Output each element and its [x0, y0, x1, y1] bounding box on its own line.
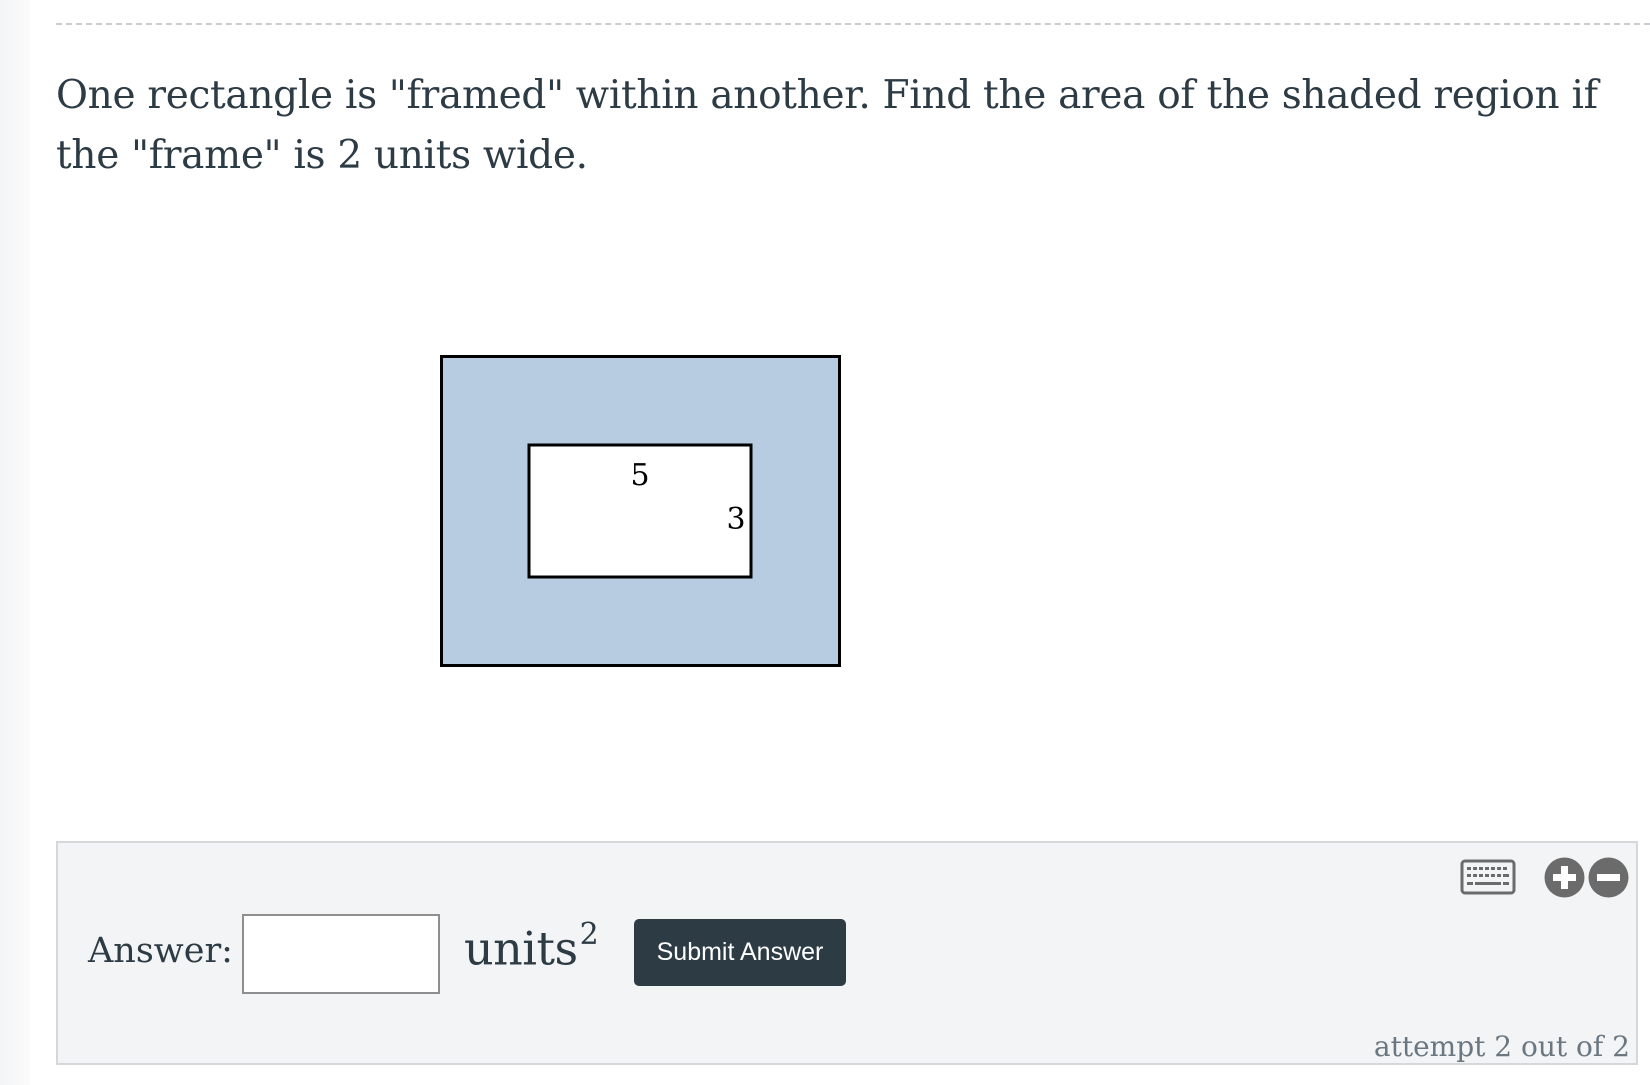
inner-height-label: 3 [726, 502, 745, 537]
plus-circle-icon[interactable] [1544, 857, 1585, 898]
top-divider [56, 23, 1650, 25]
minus-circle-icon[interactable] [1588, 857, 1629, 898]
framed-rectangle-figure: 5 3 [440, 355, 860, 685]
question-text: One rectangle is "framed" within another… [56, 73, 1598, 178]
attempt-counter: attempt 2 out of 2 [1373, 1030, 1630, 1063]
units-text: units [464, 921, 578, 976]
inner-width-label: 5 [630, 458, 649, 493]
figure-svg: 5 3 [440, 355, 841, 667]
units-label: units2 [464, 917, 599, 976]
answer-label: Answer: [88, 931, 233, 971]
answer-panel: Answer: units2 Submit Answer attempt 2 o… [56, 841, 1638, 1065]
units-exponent: 2 [579, 917, 599, 952]
answer-input[interactable] [242, 914, 440, 994]
left-gutter [0, 0, 30, 1085]
submit-answer-button[interactable]: Submit Answer [634, 919, 846, 986]
keyboard-icon[interactable] [1460, 859, 1516, 895]
